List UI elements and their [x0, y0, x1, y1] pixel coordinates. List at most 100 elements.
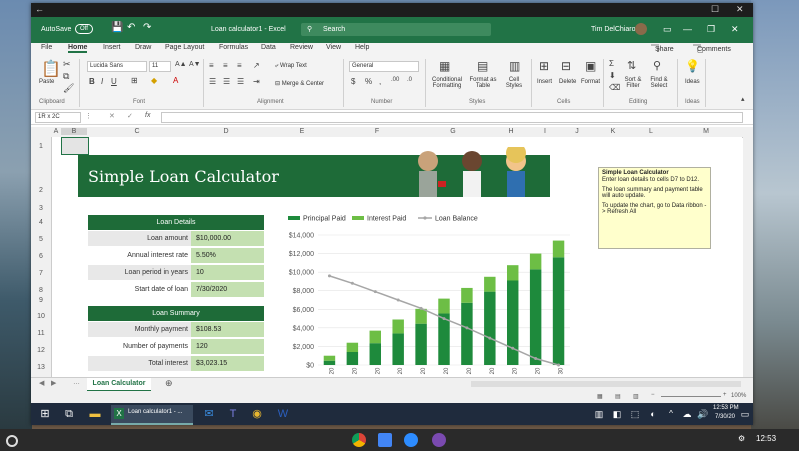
confirm-entry-icon[interactable]: ✓ — [127, 112, 133, 120]
restore-icon[interactable]: ❐ — [707, 24, 715, 35]
undo-icon[interactable]: ↶ — [127, 22, 135, 33]
word-icon[interactable]: W — [275, 406, 291, 422]
shelf-time[interactable]: 12:53 — [756, 434, 776, 443]
font-name-select[interactable]: Lucida Sans — [87, 61, 147, 72]
notifications-icon[interactable]: ▭ — [737, 406, 753, 422]
menu-draw[interactable]: Draw — [135, 44, 151, 51]
sort-filter-icon[interactable]: ⇅ — [627, 59, 636, 72]
cell-styles-icon[interactable]: ▥ — [509, 59, 520, 73]
borders-icon[interactable]: ⊞ — [131, 76, 138, 85]
autosave-toggle[interactable]: Off — [75, 24, 93, 34]
column-header[interactable]: B — [61, 128, 87, 135]
conditional-formatting-label[interactable]: Conditional Formatting — [429, 77, 465, 89]
row-value[interactable]: 7/30/2020 — [191, 282, 264, 297]
window-close-icon[interactable]: ✕ — [731, 24, 739, 35]
zoom-slider[interactable] — [661, 396, 721, 397]
next-sheet-icon[interactable]: ▶ — [51, 379, 56, 387]
row-value[interactable]: $3,023.15 — [191, 356, 264, 371]
menu-home[interactable]: Home — [68, 44, 88, 53]
align-left-icon[interactable]: ☰ — [209, 77, 216, 86]
more-sheets-icon[interactable]: … — [73, 379, 80, 386]
share-button[interactable]: ⇪ Share — [651, 44, 674, 54]
format-cells-icon[interactable]: ▣ — [585, 59, 596, 73]
font-color-icon[interactable]: A — [173, 76, 178, 85]
number-format-select[interactable]: General — [349, 61, 419, 72]
column-header[interactable]: F — [339, 128, 415, 135]
row-header[interactable]: 6 — [31, 253, 51, 260]
taskbar-time[interactable]: 12:53 PM — [713, 405, 739, 411]
format-table-icon[interactable]: ▤ — [477, 59, 488, 73]
close-icon[interactable]: ✕ — [736, 4, 744, 15]
taskbar-date[interactable]: 7/30/20 — [715, 414, 735, 420]
align-right-icon[interactable]: ☰ — [237, 77, 244, 86]
prev-sheet-icon[interactable]: ◀ — [39, 379, 44, 387]
paste-icon[interactable]: 📋 — [41, 59, 61, 79]
ribbon-display-icon[interactable]: ▭ — [663, 24, 672, 35]
chromeos-back-icon[interactable]: ← — [35, 4, 44, 14]
align-bottom-icon[interactable]: ≡ — [237, 61, 242, 70]
orientation-icon[interactable]: ↗ — [253, 61, 260, 70]
align-center-icon[interactable]: ☰ — [223, 77, 230, 86]
delete-cells-icon[interactable]: ⊟ — [561, 59, 571, 73]
insert-cells-icon[interactable]: ⊞ — [539, 59, 549, 73]
cell-styles-label[interactable]: Cell Styles — [501, 77, 527, 89]
search-box[interactable]: ⚲ Search — [301, 23, 491, 36]
row-value[interactable]: $108.53 — [191, 322, 264, 337]
column-header[interactable]: A — [51, 128, 61, 135]
docs-shelf-icon[interactable] — [378, 433, 392, 447]
column-header[interactable]: M — [671, 128, 741, 135]
decrease-decimal-icon[interactable]: .0 — [407, 77, 412, 83]
tray-icon[interactable]: ◐ — [645, 406, 661, 422]
maximize-icon[interactable]: ☐ — [711, 4, 719, 15]
row-header[interactable]: 5 — [31, 236, 51, 243]
row-header[interactable]: 10 — [31, 313, 51, 320]
paste-label[interactable]: Paste — [39, 79, 54, 85]
align-middle-icon[interactable]: ≡ — [223, 61, 228, 70]
percent-icon[interactable]: % — [365, 77, 372, 86]
tray-expand-icon[interactable]: ^ — [663, 406, 679, 422]
teams-icon[interactable]: T — [225, 406, 241, 422]
column-header[interactable]: H — [491, 128, 531, 135]
minimize-icon[interactable]: — — [683, 24, 692, 34]
zoom-shelf-icon[interactable] — [404, 433, 418, 447]
comment-note[interactable]: Simple Loan Calculator Enter loan detail… — [598, 167, 711, 249]
row-header[interactable]: 2 — [31, 187, 51, 194]
worksheet-grid[interactable]: Simple Loan Calculator Loan Details Loan… — [52, 137, 742, 377]
row-header[interactable]: 8 — [31, 287, 51, 294]
row-header[interactable]: 11 — [31, 330, 51, 337]
outlook-icon[interactable]: ✉ — [201, 406, 217, 422]
menu-data[interactable]: Data — [261, 44, 276, 51]
launcher-icon[interactable] — [6, 435, 18, 447]
loan-chart[interactable]: $0 $2,000 $4,000 $6,000 $8,000 $10,000 $12,000… — [278, 213, 578, 377]
row-header[interactable]: 9 — [31, 297, 51, 304]
font-size-select[interactable]: 11 — [149, 61, 171, 72]
zoom-in-icon[interactable]: + — [723, 392, 727, 398]
wrap-text-button[interactable]: ⤶ Wrap Text — [275, 63, 307, 70]
zoom-out-icon[interactable]: − — [651, 392, 655, 398]
find-select-icon[interactable]: ⚲ — [653, 59, 661, 72]
format-table-label[interactable]: Format as Table — [467, 77, 499, 89]
formula-input[interactable] — [161, 112, 743, 123]
chrome-icon[interactable]: ◉ — [249, 406, 265, 422]
chrome-shelf-icon[interactable] — [352, 433, 366, 447]
underline-icon[interactable]: U — [111, 77, 117, 86]
bold-icon[interactable]: B — [89, 77, 95, 86]
volume-icon[interactable]: 🔊 — [695, 406, 711, 422]
shelf-status-icon[interactable]: ⚙ — [738, 434, 745, 443]
sort-filter-label[interactable]: Sort & Filter — [621, 77, 645, 89]
comma-icon[interactable]: , — [379, 77, 381, 86]
increase-font-icon[interactable]: A▲ — [175, 61, 187, 68]
redo-icon[interactable]: ↷ — [143, 22, 151, 33]
column-header[interactable]: I — [531, 128, 559, 135]
tray-icon[interactable]: ▥ — [591, 406, 607, 422]
column-header[interactable]: L — [631, 128, 671, 135]
row-header[interactable]: 4 — [31, 219, 51, 226]
format-painter-icon[interactable]: 🖌 — [63, 83, 74, 94]
page-break-view-icon[interactable]: ▥ — [633, 393, 639, 400]
cancel-entry-icon[interactable]: ✕ — [109, 112, 115, 120]
find-select-label[interactable]: Find & Select — [645, 77, 673, 89]
menu-page-layout[interactable]: Page Layout — [165, 44, 204, 51]
row-value[interactable]: 5.50% — [191, 248, 264, 263]
row-header[interactable]: 1 — [31, 143, 51, 150]
column-header[interactable]: E — [265, 128, 339, 135]
